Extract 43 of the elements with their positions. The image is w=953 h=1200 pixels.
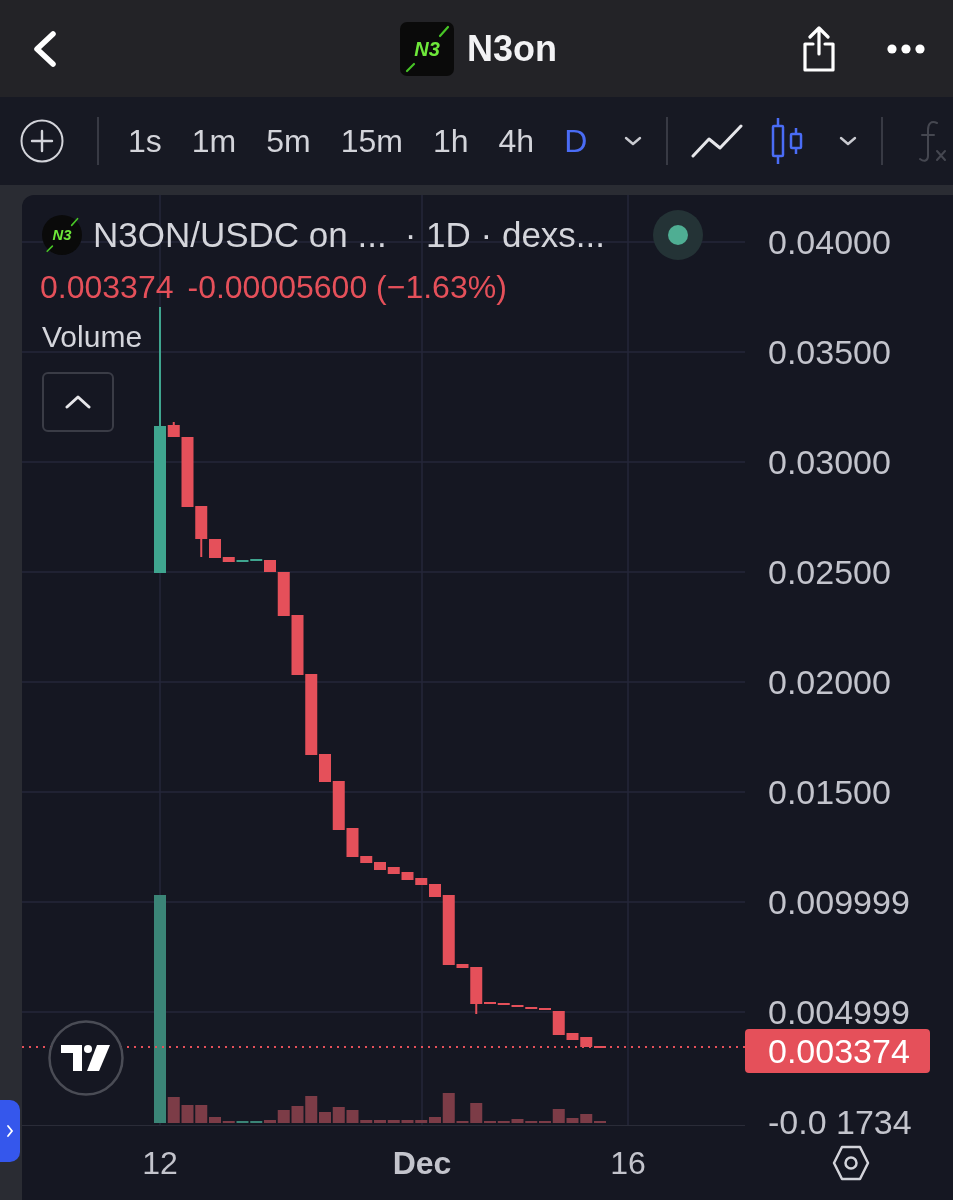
symbol-title[interactable]: N3ON/USDC on ... xyxy=(93,215,387,255)
price-axis-label: 0.009999 xyxy=(768,885,910,919)
caret-icon[interactable] xyxy=(624,136,643,146)
chevron-right-icon[interactable] xyxy=(6,1124,14,1138)
app-logo: N3 xyxy=(400,21,454,76)
collapse-button[interactable] xyxy=(42,372,114,432)
price-axis-label: 0.04000 xyxy=(768,225,891,259)
more-icon[interactable] xyxy=(887,43,925,54)
app-title: N3on xyxy=(467,26,557,71)
time-axis-label: Dec xyxy=(392,1144,452,1182)
interval-tab[interactable]: 5m xyxy=(266,121,311,161)
share-icon[interactable] xyxy=(801,25,837,72)
interval-tab[interactable]: D xyxy=(564,121,588,161)
interval-tab[interactable]: 1m xyxy=(191,121,237,161)
interval-tab[interactable]: 1h xyxy=(432,121,469,161)
price-axis-label: 0.03000 xyxy=(768,445,891,479)
interval-tab[interactable]: 4h xyxy=(498,121,535,161)
add-icon[interactable] xyxy=(20,119,64,163)
current-price-label: 0.003374 xyxy=(745,1029,930,1073)
price-axis-label: 0.01500 xyxy=(768,775,891,809)
symbol-logo: N3 xyxy=(42,215,82,255)
price-axis-label: 0.03500 xyxy=(768,335,891,369)
chevron-up-icon[interactable] xyxy=(65,395,91,409)
symbol-details: · 1D · dexs... xyxy=(404,215,606,255)
line-chart-icon[interactable] xyxy=(691,124,744,158)
logo-icon[interactable] xyxy=(48,1020,124,1096)
side-panel-tab[interactable] xyxy=(0,1100,20,1162)
price-axis-label: -0.0 1734 xyxy=(768,1105,912,1139)
price-axis-label: 0.004999 xyxy=(768,995,910,1029)
time-axis-label: 12 xyxy=(142,1144,178,1182)
back-icon[interactable] xyxy=(32,29,58,68)
price-axis-label: 0.02000 xyxy=(768,665,891,699)
caret-icon[interactable] xyxy=(839,136,858,146)
interval-tab[interactable]: 1s xyxy=(128,121,162,161)
price-change: -0.00005600 (−1.63%) xyxy=(187,269,507,305)
candle xyxy=(291,615,304,675)
price-axis-label: 0.02500 xyxy=(768,555,891,589)
last-price: 0.003374 xyxy=(40,269,174,305)
interval-tab[interactable]: 15m xyxy=(340,121,403,161)
time-axis-label: 16 xyxy=(610,1144,646,1182)
candlestick-icon[interactable] xyxy=(771,117,804,165)
volume-label: Volume xyxy=(42,319,143,355)
settings-icon[interactable] xyxy=(832,1144,870,1181)
